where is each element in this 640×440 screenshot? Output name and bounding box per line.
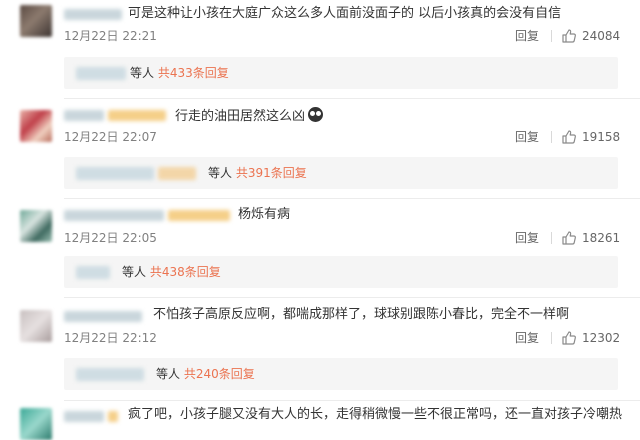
comment-text: 不怕孩子高原反应啊，都喘成那样了，球球别跟陈小春比，完全不一样啊 — [153, 307, 570, 322]
comment-text: 疯了吧，小孩子腿又没有大人的长，走得稍微慢一些不很正常吗，还一直对孩子冷嘲热 — [128, 407, 623, 422]
comment-timestamp: 12月22日 22:05 — [64, 231, 157, 245]
username-blurred[interactable] — [64, 311, 142, 322]
username-blurred[interactable] — [64, 411, 104, 422]
thumbs-up-icon[interactable] — [561, 330, 577, 346]
reply-thread-summary[interactable]: 等人 共433条回复 — [64, 57, 618, 89]
reply-count-link[interactable]: 共391条回复 — [236, 166, 307, 180]
replier-names-blurred — [76, 67, 126, 80]
avatar[interactable] — [20, 110, 52, 142]
like-count: 24084 — [582, 29, 621, 43]
username-blurred — [168, 210, 230, 221]
replier-names-blurred — [76, 266, 110, 279]
comment-divider — [64, 198, 640, 199]
reply-count-link[interactable]: 共433条回复 — [158, 66, 229, 80]
thumbs-up-icon[interactable] — [561, 230, 577, 246]
username-blurred[interactable] — [64, 110, 104, 121]
comment-divider — [64, 297, 640, 298]
username-blurred[interactable] — [64, 9, 122, 20]
comment-divider — [64, 400, 640, 401]
avatar[interactable] — [20, 408, 52, 440]
thumbs-up-icon[interactable] — [561, 129, 577, 145]
reply-thread-summary[interactable]: 等人 共391条回复 — [64, 157, 618, 189]
comment-divider — [64, 98, 640, 99]
username-blurred[interactable] — [64, 210, 164, 221]
comment-text: 行走的油田居然这么凶 — [175, 107, 324, 125]
reply-button[interactable]: 回复 — [515, 130, 539, 144]
reply-count-link[interactable]: 共240条回复 — [184, 367, 255, 381]
comment-timestamp: 12月22日 22:07 — [64, 130, 157, 144]
thread-suffix: 等人 — [208, 166, 233, 180]
replier-names-blurred — [76, 167, 154, 180]
username-blurred — [108, 411, 118, 422]
angry-face-icon — [308, 107, 324, 122]
reply-button[interactable]: 回复 — [515, 231, 539, 245]
reply-thread-summary[interactable]: 等人 共240条回复 — [64, 358, 618, 390]
comment-timestamp: 12月22日 22:21 — [64, 29, 157, 43]
replier-names-blurred — [158, 167, 196, 180]
action-divider — [551, 332, 552, 344]
avatar[interactable] — [20, 210, 52, 242]
reply-count-link[interactable]: 共438条回复 — [150, 265, 221, 279]
avatar[interactable] — [20, 310, 52, 342]
action-divider — [551, 30, 552, 42]
action-divider — [551, 232, 552, 244]
comment-timestamp: 12月22日 22:12 — [64, 331, 157, 345]
like-count: 18261 — [582, 231, 621, 245]
comment-text: 杨烁有病 — [238, 207, 291, 222]
reply-button[interactable]: 回复 — [515, 331, 539, 345]
thumbs-up-icon[interactable] — [561, 28, 577, 44]
thread-suffix: 等人 — [156, 367, 181, 381]
like-count: 12302 — [582, 331, 621, 345]
replier-names-blurred — [76, 368, 144, 381]
comment-text: 可是这种让小孩在大庭广众这么多人面前没面子的 以后小孩真的会没有自信 — [128, 6, 562, 21]
thread-suffix: 等人 — [122, 265, 147, 279]
reply-thread-summary[interactable]: 等人 共438条回复 — [64, 256, 618, 288]
avatar[interactable] — [20, 5, 52, 37]
like-count: 19158 — [582, 130, 621, 144]
thread-suffix: 等人 — [130, 66, 155, 80]
action-divider — [551, 131, 552, 143]
reply-button[interactable]: 回复 — [515, 29, 539, 43]
username-blurred — [108, 110, 166, 121]
